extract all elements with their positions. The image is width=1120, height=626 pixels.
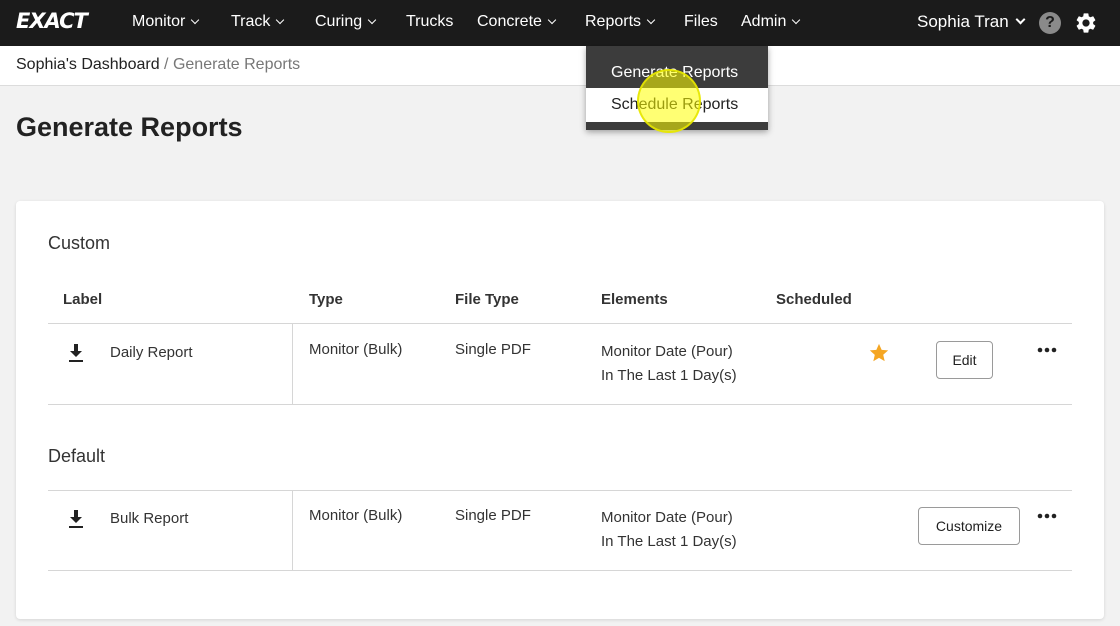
chevron-down-icon <box>191 15 200 25</box>
section-title-custom: Custom <box>48 233 111 253</box>
top-nav-bar: EXACT Monitor Track Curing Trucks Concre… <box>0 0 1120 46</box>
nav-admin[interactable]: Admin <box>741 13 801 31</box>
report-type: Monitor (Bulk) <box>309 341 403 358</box>
column-header-file-type: File Type <box>455 291 519 308</box>
report-label[interactable]: Daily Report <box>110 341 193 365</box>
report-file-type: Single PDF <box>455 341 531 358</box>
column-divider <box>292 491 293 571</box>
column-header-scheduled: Scheduled <box>776 291 852 308</box>
edit-button[interactable]: Edit <box>936 341 993 379</box>
gear-icon[interactable] <box>1074 11 1098 35</box>
help-circle-icon[interactable]: ? <box>1039 12 1061 34</box>
report-type: Monitor (Bulk) <box>309 507 403 524</box>
divider <box>48 404 1072 405</box>
reports-card: Custom Label Type File Type Elements Sch… <box>16 201 1104 619</box>
divider <box>48 323 1072 324</box>
app-logo[interactable]: EXACT <box>16 9 88 33</box>
page-title: Generate Reports <box>16 112 243 142</box>
report-elements-line1: Monitor Date (Pour) <box>601 343 733 360</box>
breadcrumb-bar: Sophia's Dashboard / Generate Reports <box>0 46 1120 86</box>
column-divider <box>292 324 293 404</box>
breadcrumb-separator: / <box>164 56 169 73</box>
breadcrumb-home-link[interactable]: Sophia's Dashboard <box>16 56 160 73</box>
breadcrumb-current: Generate Reports <box>172 56 301 73</box>
report-elements-line1: Monitor Date (Pour) <box>601 509 733 526</box>
section-title-default: Default <box>48 446 106 466</box>
user-menu[interactable]: Sophia Tran <box>917 12 1026 32</box>
report-elements-line2: In The Last 1 Day(s) <box>601 367 737 384</box>
chevron-down-icon <box>1015 14 1026 25</box>
report-label[interactable]: Bulk Report <box>110 507 188 531</box>
download-icon[interactable] <box>67 509 85 529</box>
star-icon[interactable] <box>868 342 890 364</box>
chevron-down-icon <box>547 15 557 25</box>
column-header-label: Label <box>63 291 103 308</box>
nav-track[interactable]: Track <box>231 13 285 31</box>
download-icon[interactable] <box>67 343 85 363</box>
report-file-type: Single PDF <box>455 507 531 524</box>
chevron-down-icon <box>367 15 377 25</box>
nav-concrete[interactable]: Concrete <box>477 13 557 31</box>
column-header-elements: Elements <box>601 291 668 308</box>
menu-item-schedule-reports[interactable]: Schedule Reports <box>586 88 768 122</box>
column-header-type: Type <box>309 291 343 308</box>
nav-trucks[interactable]: Trucks <box>406 13 453 31</box>
menu-item-generate-reports[interactable]: Generate Reports <box>586 58 768 88</box>
chevron-down-icon <box>646 15 656 25</box>
divider <box>48 570 1072 571</box>
chevron-down-icon <box>792 15 801 25</box>
nav-files[interactable]: Files <box>684 13 718 31</box>
more-options-icon[interactable] <box>1037 347 1057 353</box>
breadcrumb: Sophia's Dashboard / Generate Reports <box>16 56 300 74</box>
divider <box>48 490 1072 491</box>
nav-monitor[interactable]: Monitor <box>132 13 200 31</box>
report-elements-line2: In The Last 1 Day(s) <box>601 533 737 550</box>
chevron-down-icon <box>276 15 285 25</box>
nav-curing[interactable]: Curing <box>315 13 377 31</box>
customize-button[interactable]: Customize <box>918 507 1020 545</box>
reports-dropdown-menu: Generate Reports Schedule Reports <box>586 46 768 130</box>
more-options-icon[interactable] <box>1037 513 1057 519</box>
nav-reports[interactable]: Reports <box>585 13 656 31</box>
